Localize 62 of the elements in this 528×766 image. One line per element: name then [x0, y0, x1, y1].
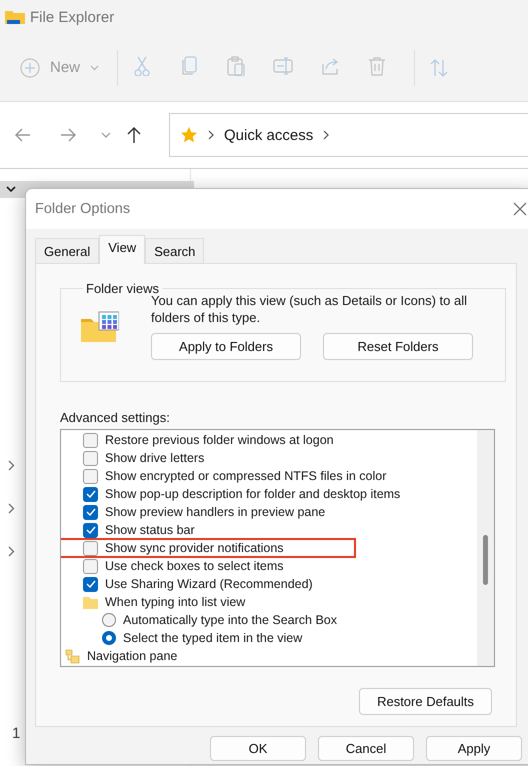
dialog-button[interactable]: Cancel	[318, 736, 414, 761]
setting-label[interactable]: Use check boxes to select items	[105, 559, 284, 573]
checkbox[interactable]	[83, 486, 98, 502]
advanced-settings-list[interactable]	[60, 429, 495, 667]
tab[interactable]: General	[35, 238, 100, 263]
setting-group-label: Navigation pane	[87, 649, 178, 663]
group-label: Folder views	[85, 281, 160, 296]
window-title: File Explorer	[30, 8, 114, 26]
description-text: You can apply this view (such as Details or Icons) to all folders of this type.	[151, 293, 468, 326]
plus-circle-icon	[20, 58, 40, 78]
dialog-title: Folder Options	[35, 201, 130, 217]
chevron-down-icon	[90, 64, 100, 70]
checkbox[interactable]	[83, 504, 98, 520]
scrollbar-thumb[interactable]	[483, 535, 488, 585]
setting-label[interactable]: Select the typed item in the view	[123, 631, 302, 645]
restore-defaults-button[interactable]: Restore Defaults	[359, 688, 492, 715]
setting-label[interactable]: Show status bar	[105, 523, 195, 537]
chevron-right-icon[interactable]	[8, 503, 15, 514]
chevron-down-icon[interactable]	[6, 186, 16, 193]
tab[interactable]: View	[99, 235, 146, 264]
setting-label[interactable]: Show pop-up description for folder and desktop items	[105, 487, 400, 501]
checkbox[interactable]	[83, 522, 98, 538]
forward-arrow-icon[interactable]	[59, 126, 77, 144]
setting-label[interactable]: Use Sharing Wizard (Recommended)	[105, 577, 313, 591]
dialog-button[interactable]: Apply	[426, 736, 522, 761]
setting-label[interactable]: Show sync provider notifications	[105, 541, 284, 555]
scrollbar[interactable]	[477, 430, 494, 666]
radio-button[interactable]	[102, 631, 116, 645]
star-icon	[180, 126, 198, 144]
folder-tree-icon	[65, 648, 80, 664]
back-arrow-icon[interactable]	[14, 126, 32, 144]
chevron-right-icon[interactable]	[8, 460, 15, 471]
folder-view-icon	[81, 311, 119, 345]
folder-icon	[83, 596, 98, 608]
setting-label[interactable]: Automatically type into the Search Box	[123, 613, 338, 627]
chevron-right-icon[interactable]	[323, 130, 330, 140]
section-label: Advanced settings:	[60, 410, 171, 425]
radio-button[interactable]	[102, 613, 116, 627]
dialog-button[interactable]: OK	[210, 736, 306, 761]
checkmark-icon	[86, 580, 96, 588]
checkbox[interactable]	[83, 450, 98, 466]
up-arrow-icon[interactable]	[125, 126, 143, 144]
checkbox[interactable]	[83, 558, 98, 574]
breadcrumb[interactable]: Quick access	[224, 126, 314, 144]
address-bar[interactable]: Quick access	[169, 113, 528, 157]
status-text: 1	[12, 725, 22, 742]
checkbox[interactable]	[83, 432, 98, 448]
folder-view-button[interactable]: Apply to Folders	[151, 333, 301, 360]
checkbox[interactable]	[83, 576, 98, 592]
setting-label[interactable]: Show drive letters	[105, 451, 204, 465]
checkbox[interactable]	[83, 468, 98, 484]
chevron-right-icon[interactable]	[8, 546, 15, 557]
setting-label[interactable]: Show preview handlers in preview pane	[105, 505, 326, 519]
chevron-right-icon	[208, 130, 214, 140]
close-icon[interactable]	[513, 202, 527, 216]
tab[interactable]: Search	[145, 238, 204, 263]
setting-label[interactable]: Show encrypted or compressed NTFS files in color	[105, 469, 386, 483]
folder-icon	[4, 8, 26, 26]
setting-label[interactable]: Restore previous folder windows at logon	[105, 433, 334, 447]
folder-view-button[interactable]: Reset Folders	[323, 333, 473, 360]
checkbox[interactable]	[83, 540, 98, 556]
setting-group-label: When typing into list view	[105, 595, 246, 609]
